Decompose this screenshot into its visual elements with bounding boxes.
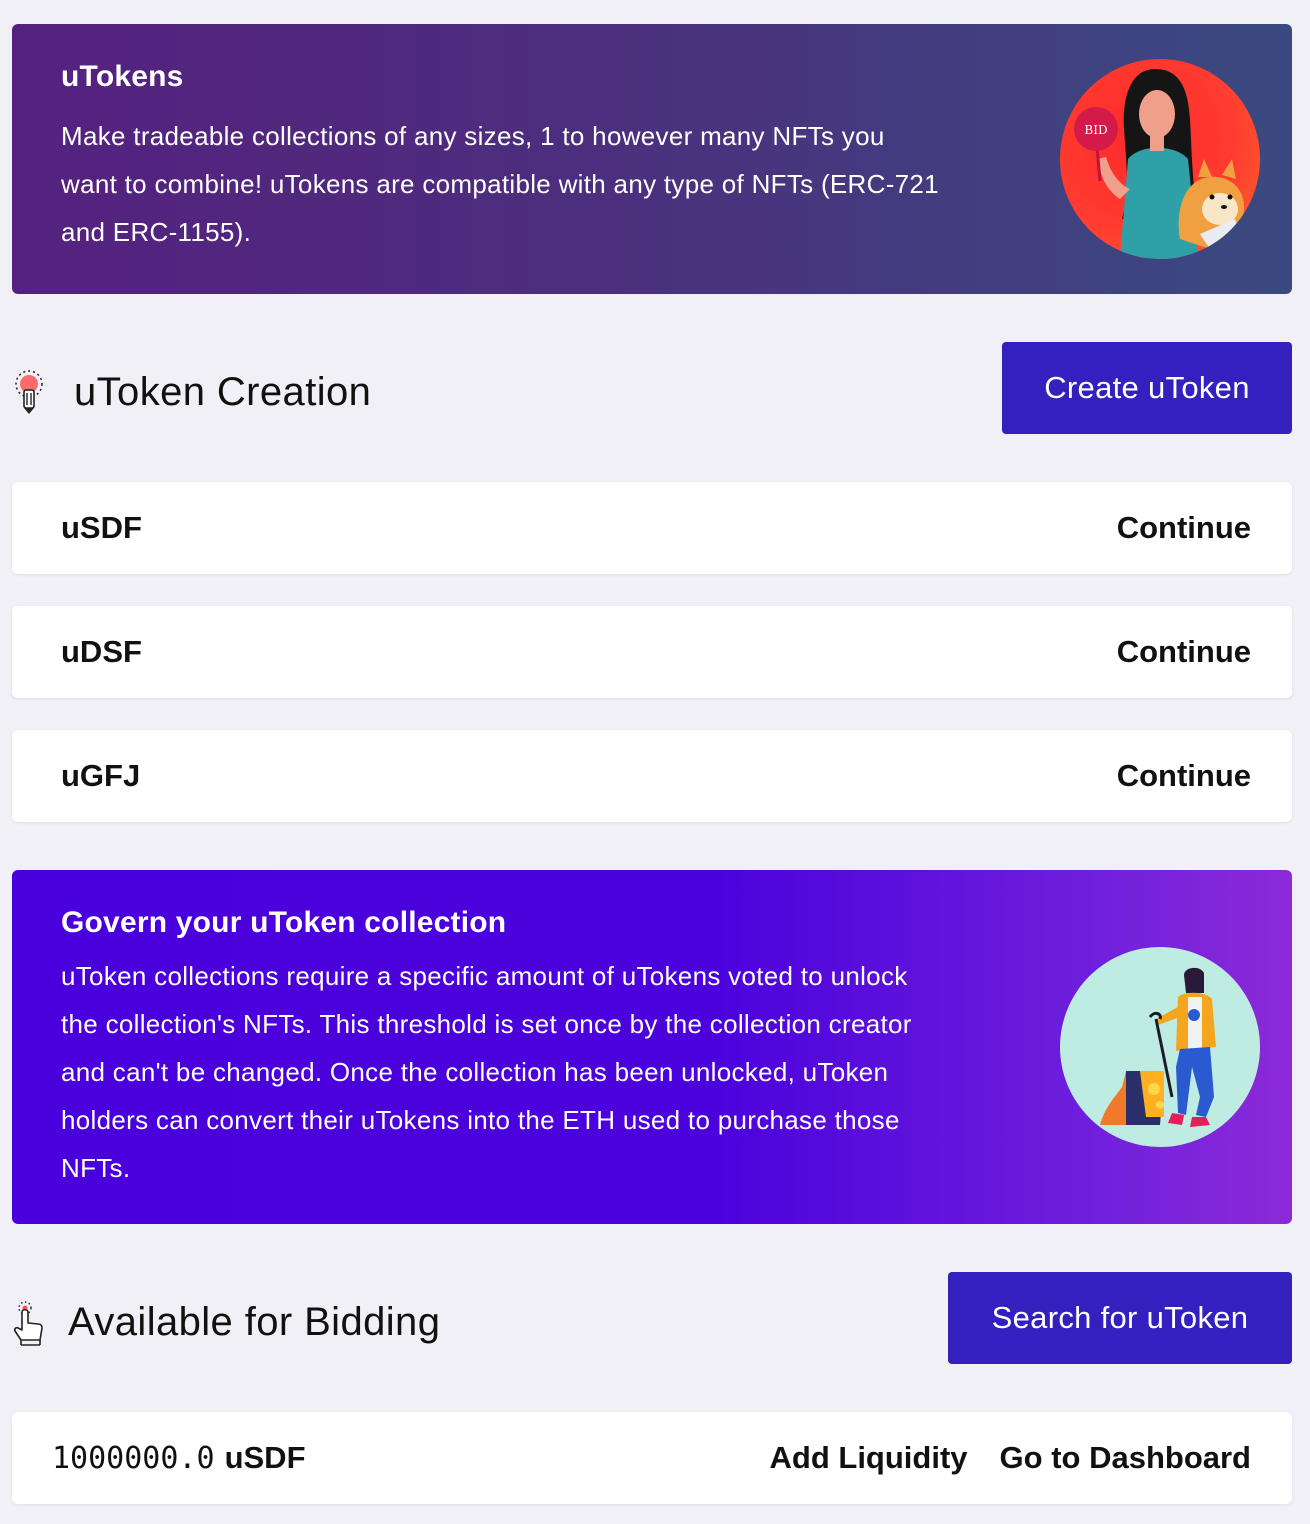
row-actions: Add Liquidity Go to Dashboard xyxy=(770,1440,1251,1476)
utoken-name: uSDF xyxy=(61,510,142,545)
person-with-cane-illustration xyxy=(1060,947,1260,1147)
govern-collection-banner: Govern your uToken collection uToken col… xyxy=(12,870,1292,1224)
token-balance: 1000000.0 uSDF xyxy=(52,1440,306,1476)
available-for-bidding-header: Available for Bidding xyxy=(12,1298,440,1346)
page: uTokens Make tradeable collections of an… xyxy=(0,0,1310,1524)
list-item: uSDF Continue xyxy=(12,482,1292,574)
continue-link[interactable]: Continue xyxy=(1117,758,1251,794)
utoken-name: uDSF xyxy=(61,634,142,669)
banner-title: Govern your uToken collection xyxy=(61,906,507,939)
banner-description: uToken collections require a specific am… xyxy=(61,961,912,1183)
list-item: 1000000.0 uSDF Add Liquidity Go to Dashbo… xyxy=(12,1412,1292,1504)
token-symbol: uSDF xyxy=(224,1440,306,1475)
token-amount: 1000000.0 xyxy=(52,1441,215,1476)
pointer-hand-icon xyxy=(12,1298,46,1346)
available-for-bidding-title: Available for Bidding xyxy=(68,1299,441,1344)
list-item: uDSF Continue xyxy=(12,606,1292,698)
list-item: uGFJ Continue xyxy=(12,730,1292,822)
search-utoken-button[interactable]: Search for uToken xyxy=(948,1272,1292,1364)
add-liquidity-link[interactable]: Add Liquidity xyxy=(770,1440,968,1476)
banner-title: uTokens xyxy=(61,60,184,93)
continue-link[interactable]: Continue xyxy=(1117,634,1251,670)
utoken-name: uGFJ xyxy=(61,758,141,793)
lightbulb-pencil-icon xyxy=(12,368,46,416)
banner-description: Make tradeable collections of any sizes,… xyxy=(61,121,939,247)
create-utoken-button[interactable]: Create uToken xyxy=(1002,342,1292,434)
utoken-creation-header: uToken Creation xyxy=(12,368,371,416)
utokens-intro-banner: uTokens Make tradeable collections of an… xyxy=(12,24,1292,294)
bid-badge-text: BID xyxy=(1084,123,1107,137)
go-to-dashboard-link[interactable]: Go to Dashboard xyxy=(1000,1440,1251,1476)
continue-link[interactable]: Continue xyxy=(1117,510,1251,546)
utoken-creation-title: uToken Creation xyxy=(74,369,372,414)
bid-woman-dog-illustration: BID xyxy=(1060,59,1260,259)
